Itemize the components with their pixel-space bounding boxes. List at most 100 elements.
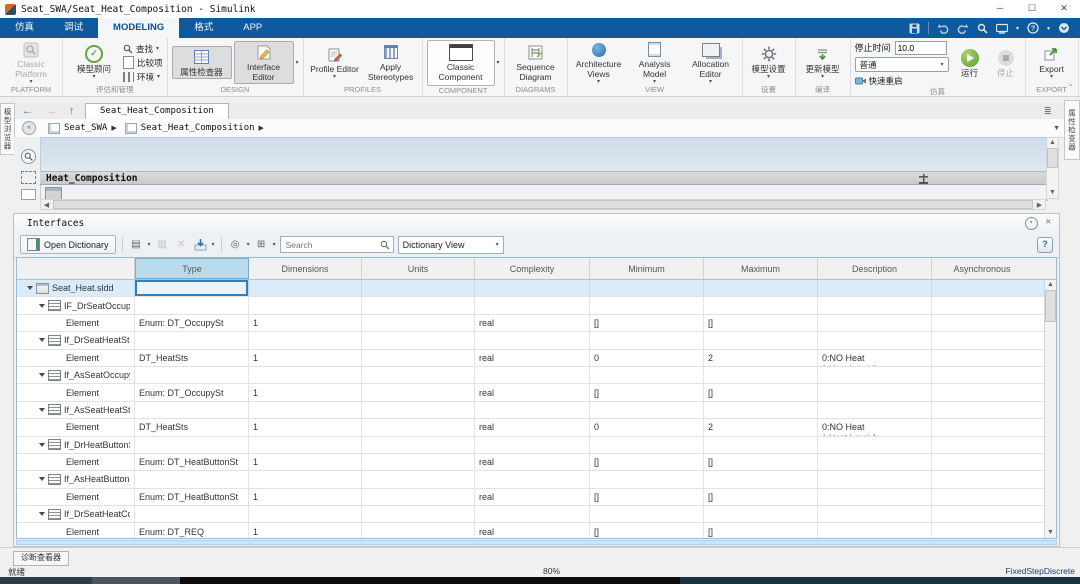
cell-maximum[interactable]: [704, 332, 818, 348]
cell-asynchronous[interactable]: [932, 350, 1032, 366]
table-row[interactable]: If_AsSeatHeatSt: [17, 402, 1044, 419]
expander-icon[interactable]: [39, 373, 45, 377]
table-scroll-up-icon[interactable]: ▲: [1047, 280, 1054, 290]
profile-editor-button[interactable]: Profile Editor ▾: [308, 45, 362, 81]
cell-maximum[interactable]: [704, 506, 818, 522]
table-row[interactable]: If_AsHeatButton: [17, 471, 1044, 488]
tab-format[interactable]: 格式: [179, 18, 228, 38]
import-dropdown-icon[interactable]: ▾: [212, 242, 215, 248]
table-row[interactable]: If_DrSeatHeatCc: [17, 506, 1044, 523]
cell-minimum[interactable]: 0: [590, 350, 704, 366]
tree-cell[interactable]: Element: [17, 454, 135, 470]
delete-interface-icon[interactable]: ✕: [174, 237, 189, 252]
column-header-maximum[interactable]: Maximum: [704, 258, 818, 279]
view-mode-select[interactable]: Dictionary View ▾: [398, 236, 504, 254]
find-button[interactable]: 查找▾: [123, 42, 163, 55]
cell-asynchronous[interactable]: [932, 332, 1032, 348]
cell-dimensions[interactable]: 1: [249, 315, 362, 331]
cell-asynchronous[interactable]: [932, 437, 1032, 453]
tab-app[interactable]: APP: [228, 18, 277, 38]
fit-to-view-icon[interactable]: [21, 171, 36, 184]
property-inspector-button[interactable]: 属性检查器: [172, 46, 232, 80]
cell-units[interactable]: [362, 297, 475, 313]
cell-units[interactable]: [362, 471, 475, 487]
cell-minimum[interactable]: []: [590, 489, 704, 505]
scroll-down-icon[interactable]: ▼: [1049, 188, 1056, 198]
tab-simulation[interactable]: 仿真: [0, 18, 49, 38]
save-icon[interactable]: [909, 23, 920, 34]
cell-dimensions[interactable]: [249, 280, 362, 296]
column-header-tree[interactable]: [17, 258, 135, 279]
cell-dimensions[interactable]: 1: [249, 523, 362, 538]
expander-icon[interactable]: [27, 286, 33, 290]
cell-complexity[interactable]: real: [475, 489, 590, 505]
cell-type[interactable]: DT_HeatSts: [135, 419, 249, 435]
cell-complexity[interactable]: [475, 280, 590, 296]
cell-units[interactable]: [362, 489, 475, 505]
design-gallery-dropdown-icon[interactable]: ▾: [296, 60, 299, 66]
breadcrumb-separator-icon[interactable]: ▶: [111, 124, 116, 132]
component-gallery-dropdown-icon[interactable]: ▾: [497, 60, 500, 66]
cell-dimensions[interactable]: 1: [249, 350, 362, 366]
canvas-vertical-scrollbar[interactable]: ▲ ▼: [1046, 137, 1059, 199]
property-inspector-vertical-tab[interactable]: 属性检查器: [1064, 100, 1080, 160]
fast-restart-button[interactable]: 快速重启: [855, 74, 949, 87]
cell-minimum[interactable]: [590, 506, 704, 522]
tree-cell[interactable]: Element: [17, 350, 135, 366]
cell-minimum[interactable]: [590, 437, 704, 453]
breadcrumb-dropdown-icon[interactable]: ▼: [1053, 125, 1060, 132]
cell-complexity[interactable]: real: [475, 315, 590, 331]
cell-dimensions[interactable]: 1: [249, 489, 362, 505]
cell-complexity[interactable]: [475, 402, 590, 418]
cell-dimensions[interactable]: 1: [249, 419, 362, 435]
tree-cell[interactable]: If_DrSeatHeatCc: [17, 506, 135, 522]
import-interface-icon[interactable]: [193, 237, 208, 252]
expander-icon[interactable]: [39, 512, 45, 516]
search-input[interactable]: [284, 239, 380, 251]
model-advisor-button[interactable]: ✓ 模型顾问 ▾: [67, 45, 121, 81]
cell-maximum[interactable]: [704, 297, 818, 313]
column-header-complexity[interactable]: Complexity: [475, 258, 590, 279]
breadcrumb-expand-icon[interactable]: ▶: [259, 124, 264, 132]
column-header-dimensions[interactable]: Dimensions: [249, 258, 362, 279]
breadcrumb-root[interactable]: Seat_SWA: [64, 123, 107, 133]
add-interface-dropdown-icon[interactable]: ▾: [148, 242, 151, 248]
cell-maximum[interactable]: []: [704, 315, 818, 331]
compare-button[interactable]: 比较项: [123, 56, 163, 69]
cell-description[interactable]: 0:NO Heat1:Heat Level 1: [818, 350, 932, 366]
search-icon[interactable]: [977, 23, 988, 34]
cell-description[interactable]: [818, 402, 932, 418]
cell-asynchronous[interactable]: [932, 489, 1032, 505]
cell-dimensions[interactable]: [249, 437, 362, 453]
column-header-asynchronous[interactable]: Asynchronous: [932, 258, 1032, 279]
cell-description[interactable]: [818, 506, 932, 522]
tree-cell[interactable]: Element: [17, 315, 135, 331]
cell-complexity[interactable]: [475, 437, 590, 453]
cell-units[interactable]: [362, 332, 475, 348]
cell-description[interactable]: [818, 454, 932, 470]
cell-minimum[interactable]: [590, 402, 704, 418]
close-button[interactable]: ✕: [1048, 0, 1080, 18]
cell-type[interactable]: [135, 367, 249, 383]
expander-icon[interactable]: [39, 408, 45, 412]
expander-icon[interactable]: [39, 304, 45, 308]
undo-icon[interactable]: [937, 23, 949, 34]
architecture-views-button[interactable]: Architecture Views ▾: [572, 40, 626, 85]
navigate-up-icon[interactable]: ↑: [69, 104, 75, 118]
cell-complexity[interactable]: real: [475, 454, 590, 470]
cell-maximum[interactable]: []: [704, 489, 818, 505]
cell-units[interactable]: [362, 523, 475, 538]
cell-asynchronous[interactable]: [932, 402, 1032, 418]
cell-units[interactable]: [362, 367, 475, 383]
cell-maximum[interactable]: [704, 471, 818, 487]
table-row[interactable]: Element DT_HeatSts 1 real 0 2 0:NO Heat1…: [17, 350, 1044, 367]
filter-display-icon[interactable]: ◎: [228, 237, 243, 252]
cell-type[interactable]: Enum: DT_OccupySt: [135, 315, 249, 331]
cell-dimensions[interactable]: [249, 402, 362, 418]
scroll-up-icon[interactable]: ▲: [1049, 138, 1056, 148]
cell-maximum[interactable]: 2: [704, 350, 818, 366]
cell-minimum[interactable]: []: [590, 523, 704, 538]
column-header-type[interactable]: Type: [135, 258, 249, 279]
scroll-left-icon[interactable]: ◀: [41, 201, 52, 209]
cell-description[interactable]: [818, 280, 932, 296]
